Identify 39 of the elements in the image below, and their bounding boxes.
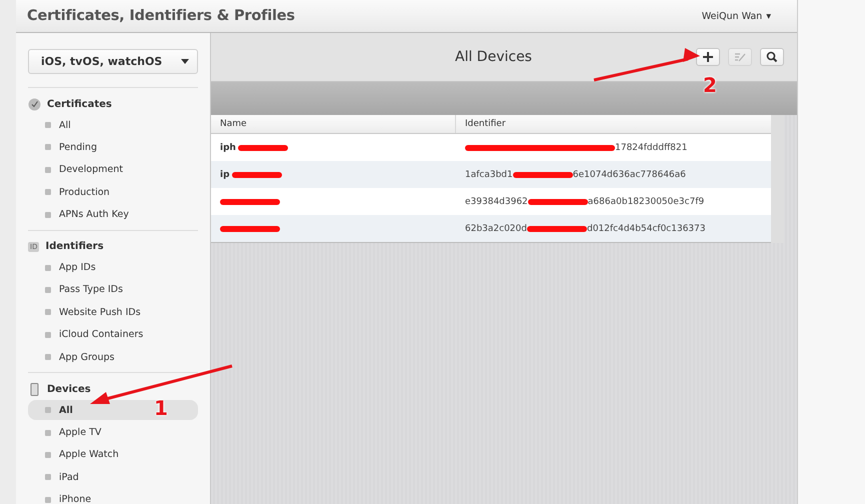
scrollbar[interactable] xyxy=(771,115,784,243)
sidebar-item[interactable]: iPad xyxy=(28,467,198,488)
sidebar-item[interactable]: App IDs xyxy=(28,258,198,278)
sidebar-item[interactable]: Production xyxy=(28,182,198,202)
sidebar-item[interactable]: All xyxy=(28,115,198,135)
add-button[interactable] xyxy=(696,48,720,66)
phone-icon xyxy=(28,382,41,396)
section-title: All Devices xyxy=(454,49,533,65)
sidebar-item[interactable]: Website Push IDs xyxy=(28,302,198,322)
certificate-seal-icon xyxy=(28,98,41,110)
column-header: Identifier xyxy=(464,118,506,131)
sidebar-item[interactable]: Apple TV xyxy=(28,422,198,443)
edit-icon xyxy=(734,51,746,63)
sidebar-item[interactable]: App Groups xyxy=(28,347,198,368)
table-cell-text: e39384d3962 a686a0b18230050e3c7f9 xyxy=(464,196,704,206)
platform-dropdown[interactable]: iOS, tvOS, watchOS xyxy=(28,49,198,74)
table-cell-text: 62b3a2c020d d012fc4d4b54cf0c136373 xyxy=(464,224,706,234)
section-heading: Certificates xyxy=(47,98,112,110)
table-cell: 17824fdddff821 xyxy=(456,142,688,152)
sidebar-item[interactable]: Pending xyxy=(28,137,198,158)
search-button[interactable] xyxy=(760,48,784,66)
plus-icon xyxy=(702,51,714,63)
table-cell-text: 1afca3bd1 6e1074d636ac778646a6 xyxy=(464,170,686,180)
sidebar-item[interactable]: Pass Type IDs xyxy=(28,280,198,300)
table-cell: iph xyxy=(220,142,236,152)
section-heading: Identifiers xyxy=(45,241,104,252)
section-heading: Devices xyxy=(47,384,91,395)
sidebar-item[interactable]: Development xyxy=(28,160,198,180)
column-header: Name xyxy=(211,115,456,133)
sidebar-item[interactable]: iPhone xyxy=(28,490,198,504)
caret-icon xyxy=(181,59,189,64)
annotation-number: 2 xyxy=(703,73,717,97)
sidebar-item[interactable]: Apple Watch xyxy=(28,444,198,465)
sidebar-item[interactable]: APNs Auth Key xyxy=(28,204,198,225)
search-icon xyxy=(766,51,778,63)
user-menu[interactable]: WeiQun Wan ▾ xyxy=(702,10,771,22)
table-cell: ip xyxy=(220,170,230,180)
page-title: Certificates, Identifiers & Profiles xyxy=(27,8,295,24)
sidebar-item[interactable]: iCloud Containers xyxy=(28,324,198,345)
